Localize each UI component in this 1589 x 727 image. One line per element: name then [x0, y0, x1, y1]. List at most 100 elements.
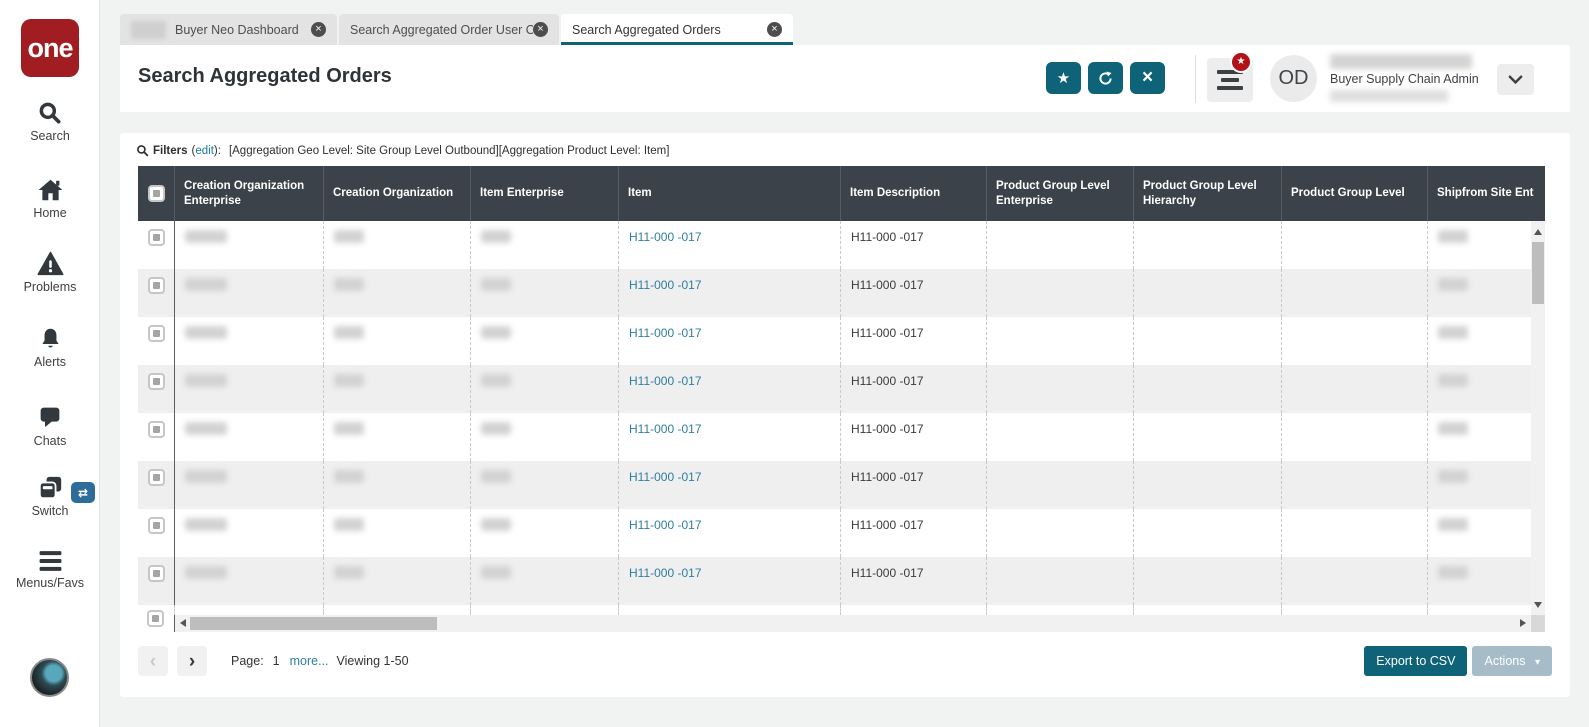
one-network-logo[interactable]: one — [21, 19, 79, 77]
switch-badge-icon[interactable]: ⇄ — [71, 482, 95, 503]
column-header[interactable]: Product Group Level Hierarchy — [1134, 166, 1282, 221]
more-pages-link[interactable]: more... — [290, 654, 329, 668]
product-group-level-enterprise-cell — [987, 413, 1134, 461]
logo-text: one — [27, 32, 73, 63]
previous-page-button[interactable]: ‹ — [138, 646, 168, 676]
swap-arrows-glyph: ⇄ — [77, 485, 89, 500]
favorite-button[interactable]: ★ — [1046, 62, 1081, 94]
column-header[interactable]: Item Description — [841, 166, 987, 221]
table-row[interactable]: H11-000 -017 H11-000 -017 — [138, 509, 1545, 557]
item-link[interactable]: H11-000 -017 — [629, 230, 702, 244]
product-group-level-hierarchy-cell — [1134, 509, 1282, 557]
actions-dropdown-button[interactable]: Actions ▾ — [1472, 646, 1552, 676]
user-avatar[interactable]: OD — [1270, 55, 1317, 102]
item-cell: H11-000 -017 — [619, 509, 841, 557]
column-header[interactable]: Item — [619, 166, 841, 221]
home-icon — [38, 179, 62, 201]
table-row[interactable]: H11-000 -017 H11-000 -017 — [138, 557, 1545, 605]
redacted-value — [334, 326, 364, 339]
scroll-up-arrow-icon[interactable] — [1534, 229, 1542, 235]
column-header[interactable]: Creation Organization Enterprise — [175, 166, 324, 221]
item-link[interactable]: H11-000 -017 — [629, 422, 702, 436]
next-page-button[interactable]: › — [177, 646, 207, 676]
scroll-right-arrow-icon[interactable] — [1520, 619, 1526, 627]
row-checkbox[interactable] — [147, 610, 164, 627]
column-header[interactable]: Product Group Level — [1282, 166, 1428, 221]
item-link[interactable]: H11-000 -017 — [629, 278, 702, 292]
hamburger-line — [1217, 86, 1243, 90]
export-to-csv-button[interactable]: Export to CSV — [1364, 646, 1468, 676]
vertical-scrollbar-thumb[interactable] — [1532, 242, 1544, 304]
item-cell: H11-000 -017 — [619, 221, 841, 269]
edit-filters-link[interactable]: edit — [195, 145, 214, 157]
column-header[interactable]: Product Group Level Enterprise — [987, 166, 1134, 221]
sidebar-item-alerts[interactable]: Alerts — [0, 326, 100, 369]
creation-org-enterprise-cell — [175, 317, 324, 365]
sidebar-item-problems[interactable]: Problems — [0, 251, 100, 294]
redacted-value — [334, 518, 364, 531]
notification-badge-icon: ★ — [1230, 51, 1252, 73]
user-menu-dropdown-button[interactable] — [1497, 64, 1534, 95]
column-header[interactable]: Creation Organization — [324, 166, 471, 221]
scroll-down-arrow-icon[interactable] — [1534, 602, 1542, 608]
table-row[interactable]: H11-000 -017 H11-000 -017 — [138, 461, 1545, 509]
redacted-value — [481, 422, 511, 435]
vertical-scrollbar[interactable] — [1531, 221, 1545, 632]
product-group-level-hierarchy-cell — [1134, 317, 1282, 365]
row-checkbox[interactable] — [147, 277, 165, 294]
partial-table-row — [138, 605, 1545, 615]
user-profile-avatar-image[interactable] — [30, 658, 69, 697]
row-checkbox[interactable] — [147, 229, 165, 246]
sidebar-item-search[interactable]: Search — [0, 100, 100, 143]
item-description-cell: H11-000 -017 — [841, 413, 987, 461]
scroll-left-arrow-icon[interactable] — [180, 619, 186, 627]
row-checkbox[interactable] — [147, 469, 165, 486]
redacted-value — [481, 278, 511, 291]
grid-header-row: Creation Organization Enterprise Creatio… — [138, 166, 1545, 221]
tab-buyer-neo-dashboard[interactable]: Buyer Neo Dashboard × — [120, 14, 337, 45]
tab-close-icon[interactable]: × — [311, 22, 326, 37]
sidebar-label-alerts: Alerts — [34, 355, 66, 369]
item-link[interactable]: H11-000 -017 — [629, 518, 702, 532]
redacted-value — [334, 230, 364, 243]
tab-search-aggregated-orders[interactable]: Search Aggregated Orders × — [561, 14, 793, 45]
hamburger-menu-icon — [39, 551, 61, 571]
table-row[interactable]: H11-000 -017 H11-000 -017 — [138, 317, 1545, 365]
horizontal-scrollbar[interactable] — [175, 615, 1531, 632]
item-link[interactable]: H11-000 -017 — [629, 374, 702, 388]
caret-down-icon: ▾ — [1534, 657, 1540, 668]
item-link[interactable]: H11-000 -017 — [629, 470, 702, 484]
row-checkbox[interactable] — [147, 373, 165, 390]
sidebar-label-home: Home — [33, 206, 67, 220]
row-checkbox[interactable] — [147, 565, 165, 582]
sidebar-item-menus-favs[interactable]: Menus/Favs — [0, 549, 100, 590]
table-row[interactable]: H11-000 -017 H11-000 -017 — [138, 221, 1545, 269]
creation-org-enterprise-cell — [175, 557, 324, 605]
table-row[interactable]: H11-000 -017 H11-000 -017 — [138, 365, 1545, 413]
tab-search-aggregated-order-user[interactable]: Search Aggregated Order User O... × — [339, 14, 559, 45]
item-enterprise-cell — [471, 413, 619, 461]
row-checkbox-cell — [138, 317, 175, 365]
tab-close-icon[interactable]: × — [767, 22, 782, 37]
select-all-checkbox[interactable] — [147, 185, 165, 202]
close-page-button[interactable]: × — [1130, 62, 1165, 94]
redacted-value — [481, 566, 511, 579]
tab-close-icon[interactable]: × — [533, 22, 548, 37]
table-row[interactable]: H11-000 -017 H11-000 -017 — [138, 269, 1545, 317]
refresh-button[interactable] — [1088, 62, 1123, 94]
sidebar-item-chats[interactable]: Chats — [0, 406, 100, 448]
row-checkbox[interactable] — [147, 325, 165, 342]
column-header[interactable]: Item Enterprise — [471, 166, 619, 221]
product-group-level-hierarchy-cell — [1134, 269, 1282, 317]
item-link[interactable]: H11-000 -017 — [629, 326, 702, 340]
creation-org-cell — [324, 509, 471, 557]
column-header[interactable]: Shipfrom Site Ent — [1428, 166, 1545, 221]
sidebar-item-home[interactable]: Home — [0, 177, 100, 220]
user-initials: OD — [1278, 67, 1309, 89]
row-checkbox[interactable] — [147, 517, 165, 534]
redacted-value — [1438, 230, 1468, 243]
row-checkbox[interactable] — [147, 421, 165, 438]
item-link[interactable]: H11-000 -017 — [629, 566, 702, 580]
horizontal-scrollbar-thumb[interactable] — [190, 617, 437, 630]
table-row[interactable]: H11-000 -017 H11-000 -017 — [138, 413, 1545, 461]
